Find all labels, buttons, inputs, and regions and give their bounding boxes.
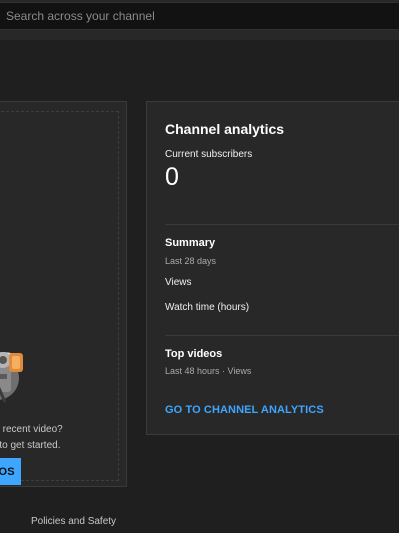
top-videos-title: Top videos: [165, 348, 223, 360]
upload-prompt-line-1: ur recent video?: [0, 424, 63, 435]
go-to-channel-analytics-link[interactable]: GO TO CHANNEL ANALYTICS: [165, 404, 324, 416]
upload-prompt-line-2: o to get started.: [0, 440, 61, 451]
channel-analytics-card: Channel analytics Current subscribers 0 …: [146, 101, 399, 435]
camera-icon: [0, 352, 23, 403]
divider: [165, 224, 399, 225]
current-subscribers-count: 0: [165, 163, 179, 191]
summary-title: Summary: [165, 237, 216, 249]
top-videos-period: Last 48 hours · Views: [165, 366, 252, 376]
upload-prompt-text: ur recent video? o to get started.: [0, 422, 63, 454]
card-title: Channel analytics: [165, 121, 285, 137]
search-input[interactable]: [6, 3, 386, 29]
upload-video-card: ur recent video? o to get started. EOS: [0, 101, 127, 487]
upload-videos-button[interactable]: EOS: [0, 458, 21, 485]
divider: [165, 335, 399, 336]
search-box[interactable]: [0, 2, 399, 30]
current-subscribers-label: Current subscribers: [165, 149, 253, 160]
policies-and-safety-link[interactable]: Policies and Safety: [31, 516, 116, 527]
upload-dropzone: ur recent video? o to get started.: [0, 111, 119, 481]
metric-views: Views: [165, 277, 192, 288]
summary-period: Last 28 days: [165, 256, 217, 266]
metric-watch-time: Watch time (hours): [165, 302, 250, 313]
top-bar: [0, 0, 399, 40]
